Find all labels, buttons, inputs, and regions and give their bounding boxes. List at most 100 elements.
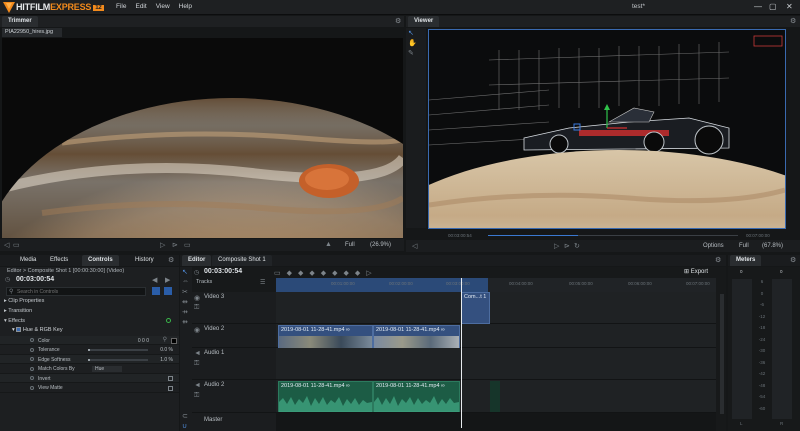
tab-media[interactable]: Media — [14, 255, 42, 266]
clip-audio-a[interactable]: 2019-08-01 11-28-41.mp4 ∞ — [278, 381, 373, 412]
play-icon[interactable]: ▷ — [554, 242, 559, 250]
eye-icon[interactable]: ◉ — [194, 326, 200, 334]
section-transition[interactable]: ▸ Transition — [4, 308, 32, 314]
param-slider[interactable] — [88, 358, 148, 361]
editor-timecode[interactable]: 00:03:00:54 — [204, 268, 242, 275]
gear-icon[interactable]: ⚙ — [168, 256, 174, 264]
insert-icon[interactable]: ▭ — [184, 241, 191, 249]
lane-master[interactable] — [276, 413, 716, 431]
slide-tool-icon[interactable]: ⇹ — [182, 298, 188, 306]
keyframe-dot-icon[interactable] — [30, 376, 34, 380]
gear-icon[interactable]: ⚙ — [395, 17, 401, 25]
tab-effects[interactable]: Effects — [44, 255, 74, 266]
maximize-button[interactable]: ▢ — [769, 2, 777, 11]
keyframe-dot-icon[interactable] — [30, 338, 34, 342]
color-triangle-icon[interactable]: ▲ — [325, 241, 332, 248]
eyedropper-icon[interactable]: ⚲ — [163, 336, 167, 343]
timeline-ruler[interactable]: 00:01:00:00 00:02:00:00 00:03:00:00 00:0… — [276, 278, 716, 292]
lane-video-3[interactable] — [276, 292, 716, 324]
param-row[interactable]: Color 0 0 0 ⚲ — [0, 336, 179, 345]
track-video-3[interactable]: ◉ Video 3 ⚿ — [192, 292, 276, 324]
trimmer-zoom[interactable]: (26.9%) — [370, 242, 391, 248]
param-slider[interactable] — [88, 349, 148, 351]
clip-video-b[interactable]: 2019-08-01 11-28-41.mp4 ∞ — [373, 325, 460, 348]
track-master[interactable]: Master — [192, 413, 276, 431]
clip-composite-shot[interactable]: Com...t 1 — [461, 292, 490, 324]
search-input-wrap[interactable]: ⚲ — [6, 287, 146, 296]
gear-icon[interactable]: ⚙ — [790, 256, 796, 264]
tab-history[interactable]: History — [129, 255, 160, 266]
keyframe-dot-icon[interactable] — [30, 366, 34, 371]
section-clip-properties[interactable]: ▸ Clip Properties — [4, 298, 44, 304]
lock-icon[interactable]: ⚿ — [194, 360, 199, 368]
step-forward-icon[interactable]: ⊳ — [564, 242, 570, 250]
keyframe-dot-icon[interactable] — [30, 347, 34, 352]
menu-edit[interactable]: Edit — [135, 3, 146, 10]
view-toggle-1[interactable] — [152, 287, 160, 295]
razor-icon[interactable]: ✂ — [182, 288, 188, 296]
keyframe-dot-icon[interactable] — [30, 385, 34, 390]
track-audio-2[interactable]: ◄ Audio 2 ⚿ — [192, 380, 276, 413]
select-tool-icon[interactable]: ↖ — [408, 29, 414, 37]
gear-icon[interactable]: ⚙ — [790, 17, 796, 25]
section-effects[interactable]: ▾ Effects — [4, 318, 25, 324]
checkbox-icon[interactable] — [168, 385, 173, 391]
menu-help[interactable]: Help — [179, 3, 192, 10]
keyframe-prev-icon[interactable]: ◀ — [152, 276, 157, 284]
magnet-icon[interactable]: ⊂ — [182, 412, 188, 420]
viewer-zoom-mode[interactable]: Full — [739, 243, 749, 249]
menu-file[interactable]: File — [116, 3, 126, 10]
tab-editor[interactable]: Editor — [182, 255, 212, 266]
tab-meters[interactable]: Meters — [730, 255, 762, 266]
vertical-scrollbar[interactable] — [720, 294, 724, 414]
clip-audio-b[interactable]: 2019-08-01 11-28-41.mp4 ∞ — [373, 381, 460, 412]
gear-icon[interactable]: ⚙ — [715, 256, 721, 264]
track-menu-icon[interactable]: ☰ — [260, 279, 265, 286]
viewer-scrubber[interactable]: 00:03:00:54 00:07:00:00 — [428, 231, 786, 239]
tab-composite-shot-1[interactable]: Composite Shot 1 — [212, 255, 272, 266]
lane-audio-1[interactable] — [276, 348, 716, 380]
export-button[interactable]: ⊞ Export — [684, 268, 708, 275]
track-video-2[interactable]: ◉ Video 2 — [192, 324, 276, 348]
param-row[interactable]: Invert — [0, 374, 179, 383]
step-back-icon[interactable]: ◁ — [412, 242, 417, 250]
effect-hue-rgb-key[interactable]: ▾ Hue & RGB Key — [12, 327, 63, 333]
pen-tool-icon[interactable]: ✎ — [408, 49, 414, 57]
param-value[interactable]: 0 0 0 — [138, 338, 149, 344]
tab-viewer[interactable]: Viewer — [408, 16, 440, 27]
view-toggle-2[interactable] — [164, 287, 172, 295]
checkbox-icon[interactable] — [168, 376, 173, 381]
param-row[interactable]: Tolerance 0.0 % — [0, 345, 179, 355]
checkbox-icon[interactable] — [16, 327, 22, 333]
link-icon[interactable]: ∪ — [182, 422, 187, 430]
track-lanes[interactable]: Com...t 1 2019-08-01 11-28-41.mp4 ∞ 2019… — [276, 278, 716, 431]
param-row[interactable]: Edge Softness 1.0 % — [0, 355, 179, 364]
trimmer-zoom-mode[interactable]: Full — [345, 242, 355, 248]
select-tool-icon[interactable]: ↖ — [182, 268, 188, 276]
roll-tool-icon[interactable]: ⇻ — [182, 318, 188, 326]
keyframe-dot-icon[interactable] — [30, 357, 34, 361]
speaker-icon[interactable]: ◄ — [194, 350, 201, 357]
tab-controls[interactable]: Controls — [82, 255, 119, 266]
keyframe-next-icon[interactable]: ▶ — [165, 276, 170, 284]
viewer-track[interactable] — [488, 235, 738, 236]
speaker-icon[interactable]: ◄ — [194, 382, 201, 389]
eye-icon[interactable]: ◉ — [194, 294, 200, 302]
tab-trimmer[interactable]: Trimmer — [2, 16, 38, 27]
playhead[interactable] — [461, 278, 462, 428]
param-value[interactable]: 0.0 % — [160, 347, 173, 353]
param-value[interactable]: 1.0 % — [160, 357, 173, 363]
viewer-zoom[interactable]: (67.8%) — [762, 243, 783, 249]
lock-icon[interactable]: ⚿ — [194, 392, 199, 400]
lock-icon[interactable]: ⚿ — [194, 304, 199, 312]
step-forward-icon[interactable]: ⊳ — [172, 241, 178, 249]
viewer-canvas[interactable] — [359, 29, 800, 370]
param-row[interactable]: View Matte — [0, 383, 179, 393]
effects-add-icon[interactable] — [166, 318, 171, 323]
track-audio-1[interactable]: ◄ Audio 1 ⚿ — [192, 348, 276, 380]
ripple-tool-icon[interactable]: ⇸ — [182, 308, 188, 316]
menu-view[interactable]: View — [156, 3, 170, 10]
param-row[interactable]: Match Colors By Hue — [0, 364, 179, 374]
loop-icon[interactable]: ↻ — [574, 242, 580, 250]
color-swatch[interactable] — [171, 337, 177, 344]
